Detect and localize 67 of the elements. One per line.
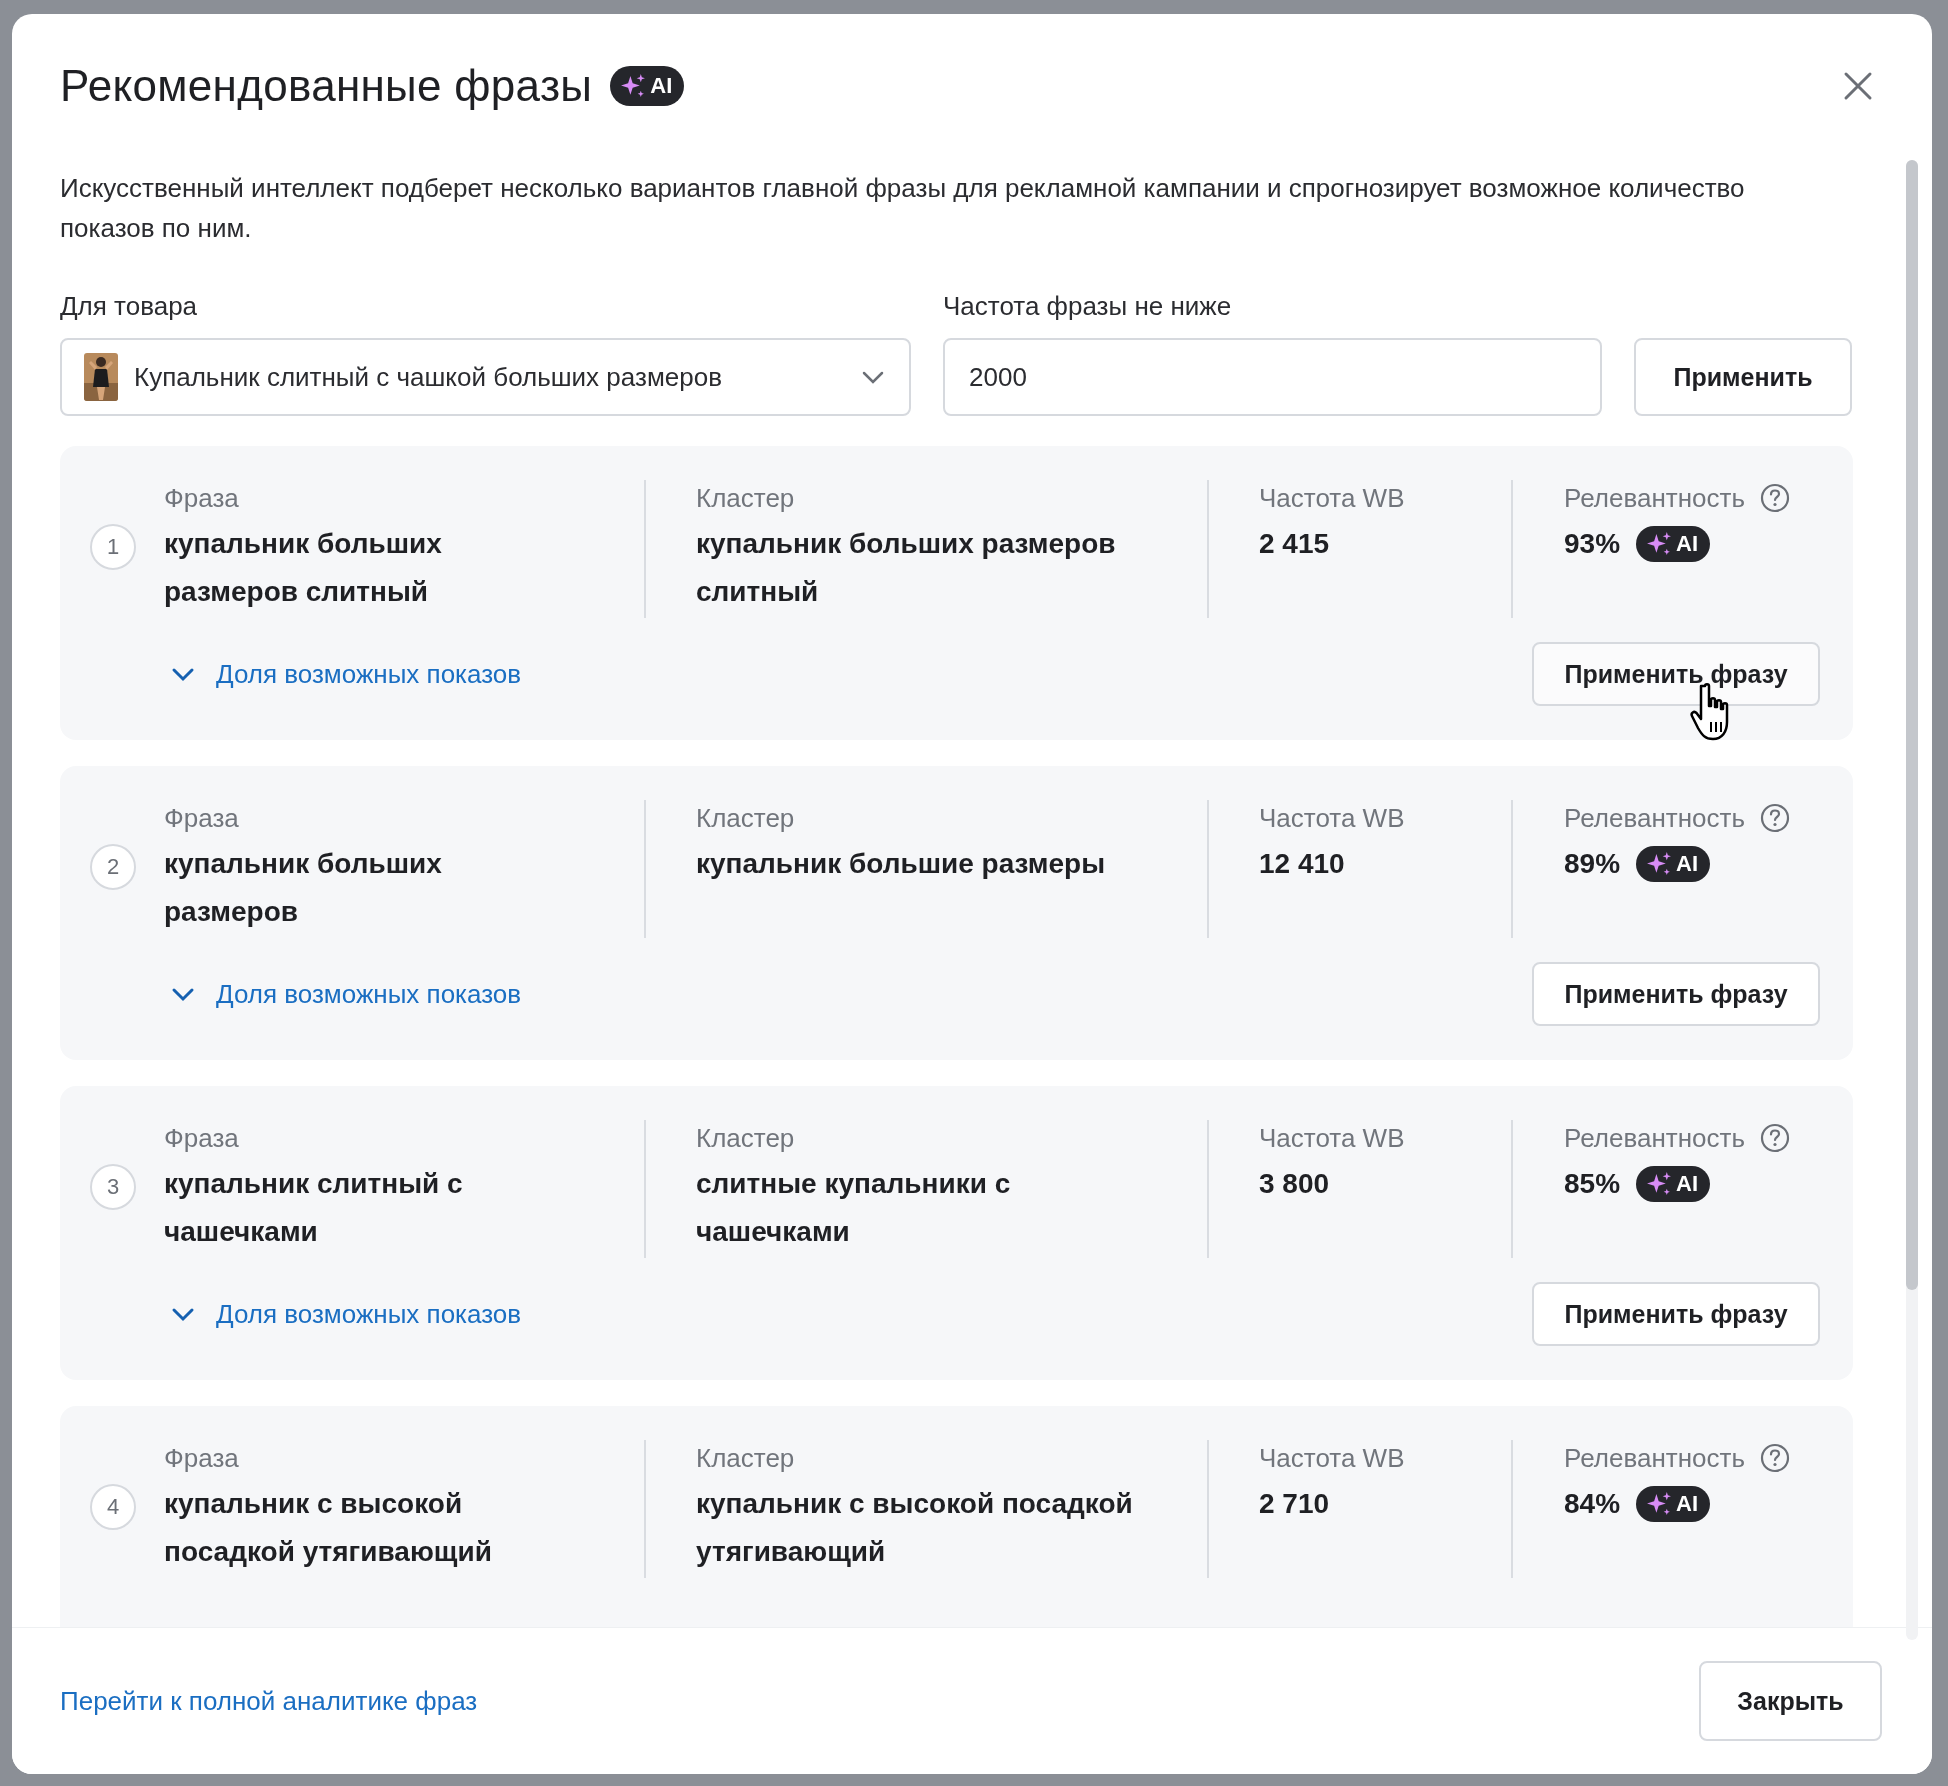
sparkle-icon [1646,1171,1673,1197]
column-label: Частота WB [1259,1442,1406,1475]
number-badge: 4 [90,1484,136,1530]
scrollbar-thumb[interactable] [1906,160,1918,1290]
column-label: Кластер [696,1442,796,1475]
column-value: 2 415 [1259,527,1331,561]
help-icon[interactable] [1758,1442,1791,1474]
sparkle-icon [620,73,647,99]
column-label: Релевантность [1564,1442,1745,1475]
column-label: Релевантность [1564,802,1745,835]
relevance-value: 93% [1564,528,1621,560]
column-label: Релевантность [1564,1122,1745,1155]
share-toggle[interactable]: Доля возможных показов [168,1298,522,1330]
column-value: купальник с высокой посадкой утягивающий [696,1487,1134,1569]
number-badge: 3 [90,1164,136,1210]
column-value: слитные купальники с чашечками [696,1167,1012,1249]
select-value: Купальник слитный с чашкой больших размеров [134,361,723,393]
column-label: Релевантность [1564,482,1745,515]
column-value: 12 410 [1259,847,1346,881]
share-toggle[interactable]: Доля возможных показов [168,978,522,1010]
ai-badge: AI [1636,1166,1711,1202]
column-value: купальник слитный с чашечками [164,1167,464,1249]
column-label: Фраза [164,1442,240,1475]
ai-badge: AI [610,66,685,106]
analytics-link[interactable]: Перейти к полной аналитике фраз [60,1685,478,1717]
number-badge: 1 [90,524,136,570]
ai-badge: AI [1636,526,1711,562]
column-value: купальник больших размеров [164,847,443,929]
field-label: Для товара [60,290,199,323]
share-toggle[interactable]: Доля возможных показов [168,658,522,690]
frequency-input[interactable]: 2000 [943,338,1602,416]
column-value: купальник больших размеров слитный [696,527,1117,609]
sparkle-icon [1646,531,1673,557]
help-icon[interactable] [1758,482,1791,514]
sparkle-icon [1646,1491,1673,1517]
product-select[interactable]: Купальник слитный с чашкой больших размеров [60,338,911,416]
column-label: Кластер [696,1122,796,1155]
column-label: Частота WB [1259,482,1406,515]
column-label: Частота WB [1259,802,1406,835]
sparkle-icon [1646,851,1673,877]
ai-badge: AI [1636,846,1711,882]
close-button[interactable]: Закрыть [1699,1661,1882,1741]
relevance-value: 84% [1564,1488,1621,1520]
column-label: Кластер [696,802,796,835]
column-value: купальник больших размеров слитный [164,527,443,609]
column-label: Частота WB [1259,1122,1406,1155]
help-icon[interactable] [1758,802,1791,834]
dialog-title: Рекомендованные фразы [60,61,593,111]
description: Искусственный интеллект подберет несколько вариантов главной фразы для рекламной кампании и спрогнозирует возможное количество показов по ним. [60,172,1746,245]
field-label: Частота фразы не ниже [943,290,1233,323]
scrollbar[interactable] [1906,160,1918,1640]
number-badge: 2 [90,844,136,890]
relevance-value: 85% [1564,1168,1621,1200]
help-icon[interactable] [1758,1122,1791,1154]
column-label: Фраза [164,802,240,835]
relevance-value: 89% [1564,848,1621,880]
ai-badge: AI [1636,1486,1711,1522]
apply-phrase-button[interactable]: Применить фразу [1532,1282,1820,1346]
column-value: купальник большие размеры [696,847,1107,881]
column-label: Кластер [696,482,796,515]
column-value: 3 800 [1259,1167,1331,1201]
column-label: Фраза [164,482,240,515]
apply-button[interactable]: Применить [1634,338,1852,416]
apply-phrase-button[interactable]: Применить фразу [1532,962,1820,1026]
column-value: 2 710 [1259,1487,1331,1521]
column-value: купальник с высокой посадкой утягивающий [164,1487,493,1569]
column-label: Фраза [164,1122,240,1155]
